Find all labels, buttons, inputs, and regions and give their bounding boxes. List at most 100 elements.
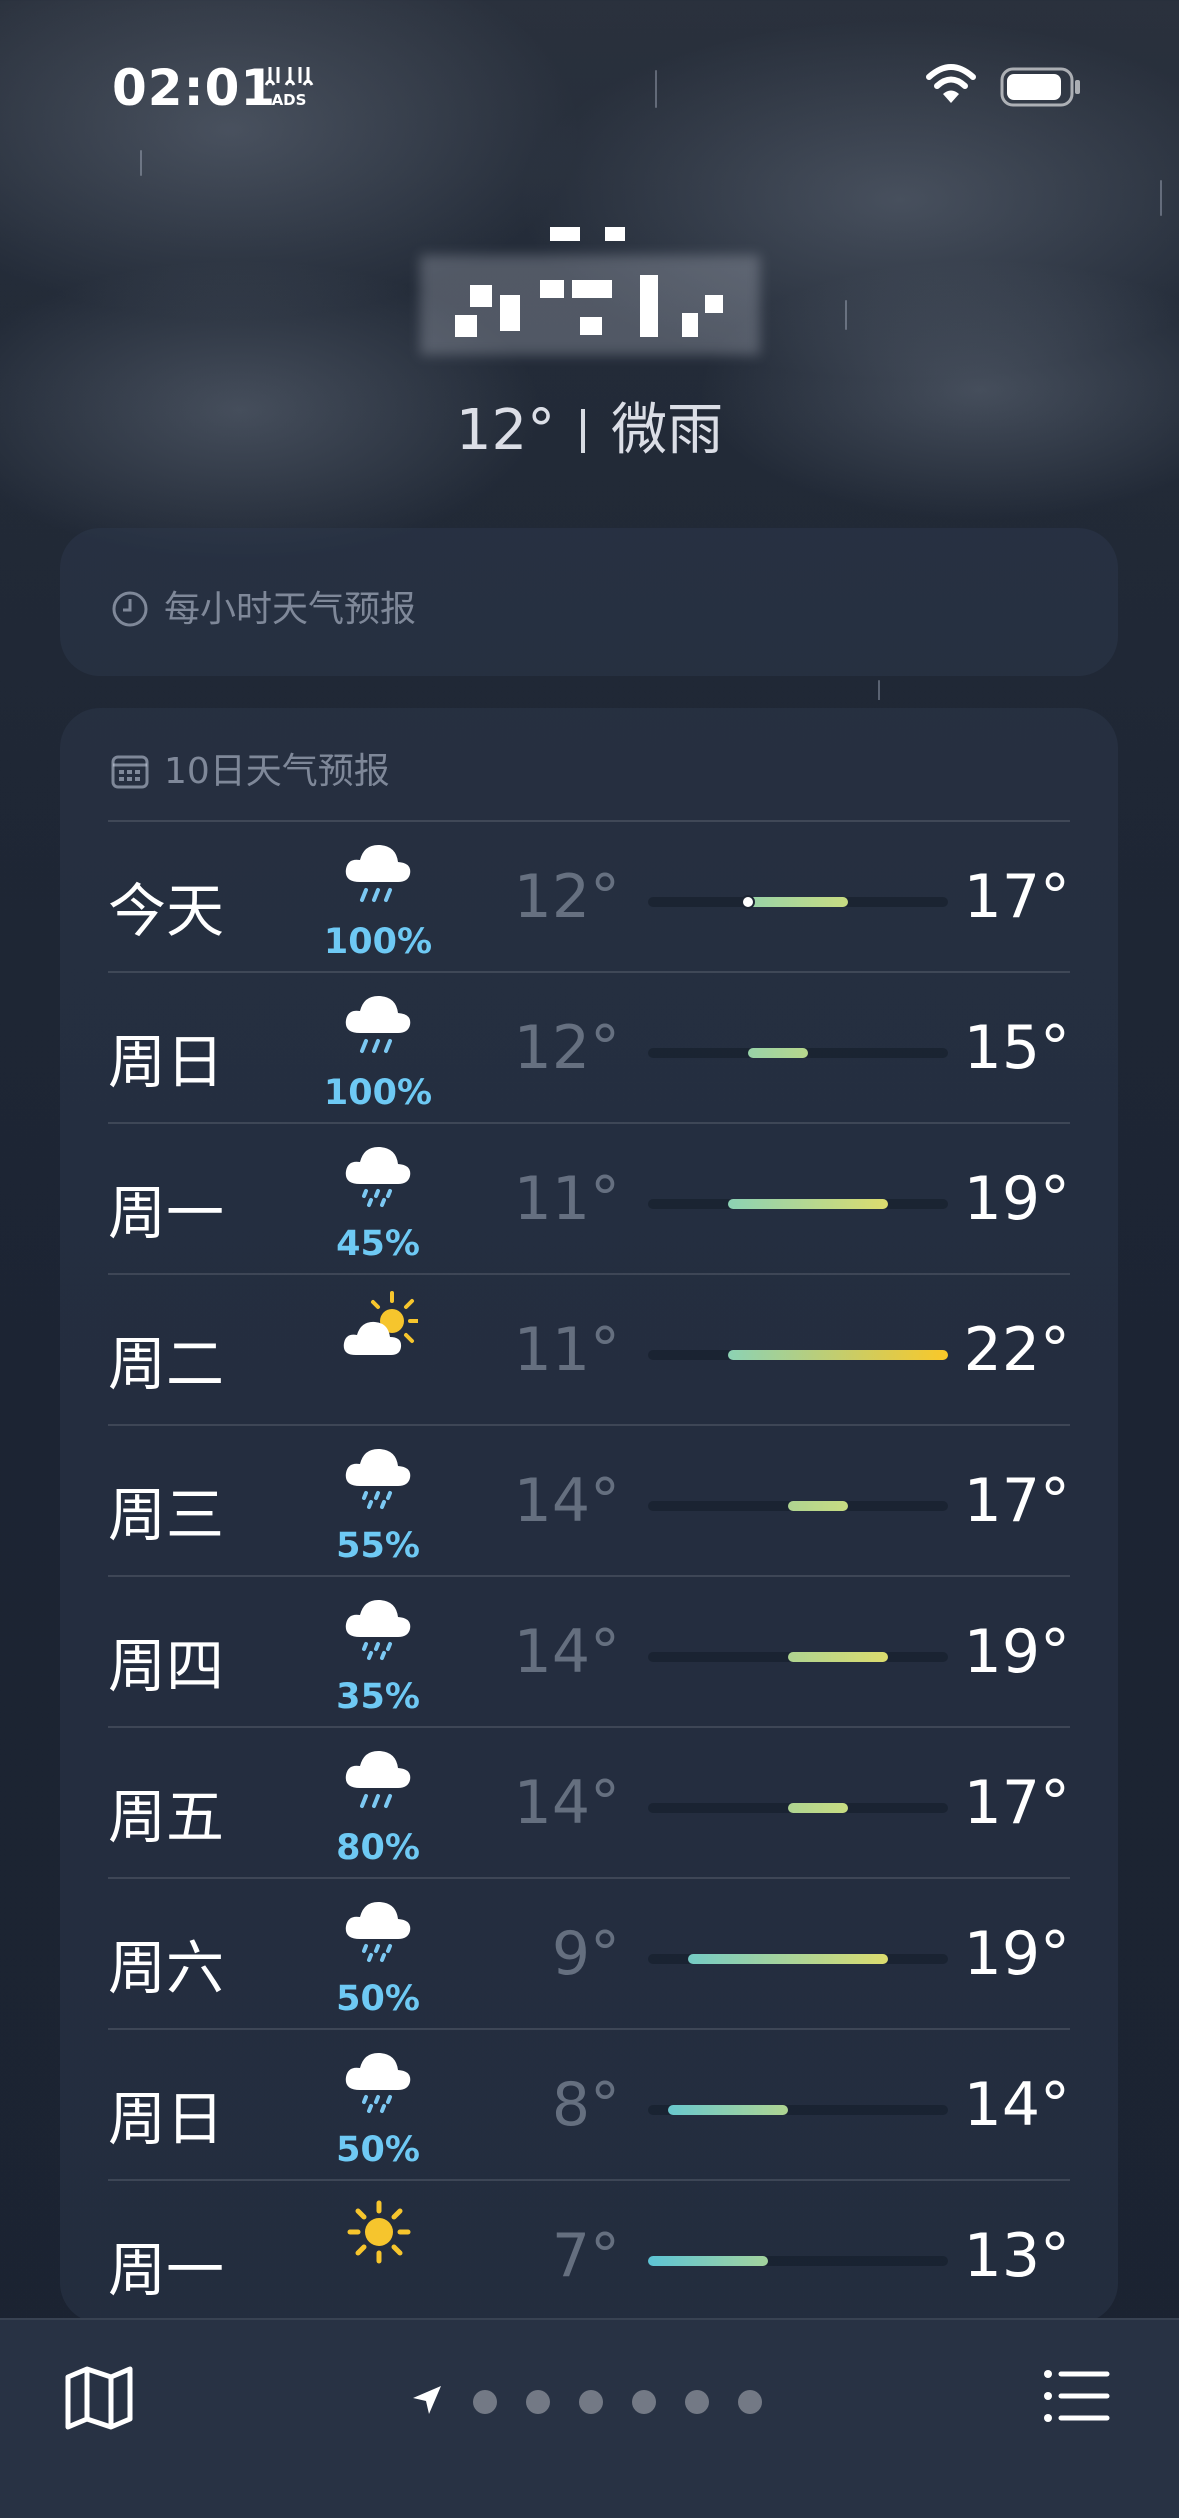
forecast-row[interactable]: 周四 35% 14° 19°: [108, 1575, 1070, 1728]
forecast-day: 周二: [108, 1330, 225, 1398]
precip-chance: 100%: [323, 922, 433, 962]
forecast-row[interactable]: 周一 45% 11° 19°: [108, 1122, 1070, 1275]
page-dot[interactable]: [526, 2390, 550, 2414]
temp-range-bar: [648, 1652, 948, 1662]
temp-range-bar: [648, 1048, 948, 1058]
precip-chance: 50%: [336, 1979, 420, 2019]
high-temp: 17°: [963, 1768, 1070, 1838]
status-time: 02:01: [112, 59, 277, 117]
forecast-day: 周四: [108, 1632, 225, 1700]
ten-day-forecast-card[interactable]: 10日天气预报 今天 100% 12° 17° 周日 100% 12° 15° 周一 45% 11°…: [60, 708, 1118, 2323]
high-temp: 15°: [963, 1013, 1070, 1083]
forecast-day: 周一: [108, 2236, 225, 2304]
high-temp: 13°: [963, 2221, 1070, 2291]
temp-range-bar: [648, 895, 948, 909]
hourly-forecast-header: 每小时天气预报: [110, 580, 416, 638]
page-dot[interactable]: [685, 2390, 709, 2414]
city-name-redacted: [420, 215, 760, 365]
low-temp: 7°: [551, 2221, 620, 2291]
low-temp: 12°: [513, 862, 620, 932]
low-temp: 14°: [513, 1617, 620, 1687]
precip-chance: 45%: [336, 1224, 420, 1264]
precip-chance: 55%: [336, 1526, 420, 1566]
high-temp: 14°: [963, 2070, 1070, 2140]
high-temp: 19°: [963, 1164, 1070, 1234]
clock-icon: [110, 589, 150, 638]
temp-range-fill: [648, 2256, 768, 2266]
precip-chance: 80%: [336, 1828, 420, 1868]
current-condition: 微雨: [611, 398, 724, 463]
partly-sunny-icon: [318, 1289, 438, 1419]
forecast-row[interactable]: 周一 7° 13°: [108, 2179, 1070, 2332]
calendar-icon: [110, 751, 150, 800]
hourly-forecast-card[interactable]: 每小时天气预报: [60, 528, 1118, 676]
temp-range-fill: [668, 2105, 788, 2115]
hourly-forecast-title: 每小时天气预报: [164, 589, 417, 630]
forecast-row[interactable]: 周五 80% 14° 17°: [108, 1726, 1070, 1879]
ten-day-forecast-title: 10日天气预报: [164, 751, 390, 792]
temp-range-bar: [648, 1954, 948, 1964]
temp-range-fill: [788, 1501, 848, 1511]
high-temp: 17°: [963, 862, 1070, 932]
temp-range-fill: [728, 1350, 948, 1360]
forecast-day: 周日: [108, 2085, 225, 2153]
status-bar: 02:01 ADS: [0, 55, 1179, 117]
wifi-icon: [925, 63, 977, 105]
precip-chance: 100%: [323, 1073, 433, 1113]
location-arrow-icon[interactable]: [410, 2383, 444, 2421]
low-temp: 11°: [513, 1164, 620, 1234]
current-temperature: 12°: [455, 398, 556, 463]
forecast-row[interactable]: 周六 50% 9° 19°: [108, 1877, 1070, 2030]
page-dot[interactable]: [738, 2390, 762, 2414]
sun-icon: [318, 2195, 438, 2325]
forecast-day: 周三: [108, 1481, 225, 1549]
temp-range-bar: [648, 1199, 948, 1209]
temp-range-bar: [648, 1350, 948, 1360]
temp-range-fill: [728, 1199, 888, 1209]
light-rain-cloud-icon: 35%: [318, 1591, 438, 1721]
forecast-row[interactable]: 周日 100% 12° 15°: [108, 971, 1070, 1124]
precip-chance: 35%: [336, 1677, 420, 1717]
current-conditions: 12° 微雨: [0, 385, 1179, 466]
page-dot[interactable]: [632, 2390, 656, 2414]
low-temp: 14°: [513, 1466, 620, 1536]
high-temp: 17°: [963, 1466, 1070, 1536]
rain-cloud-icon: 100%: [318, 836, 438, 966]
separator: [581, 409, 586, 453]
temp-range-bar: [648, 2105, 948, 2115]
precip-chance: 50%: [336, 2130, 420, 2170]
forecast-day: 今天: [108, 877, 225, 945]
list-icon[interactable]: [1043, 2368, 1111, 2428]
ten-day-forecast-header: 10日天气预报: [110, 742, 390, 800]
low-temp: 11°: [513, 1315, 620, 1385]
rain-cloud-icon: 80%: [318, 1742, 438, 1872]
rain-cloud-icon: 100%: [318, 987, 438, 1117]
page-dot[interactable]: [579, 2390, 603, 2414]
temp-range-fill: [748, 1048, 808, 1058]
forecast-day: 周日: [108, 1028, 225, 1096]
forecast-row[interactable]: 周二 11° 22°: [108, 1273, 1070, 1426]
forecast-day: 周五: [108, 1783, 225, 1851]
ads-icon: ADS: [262, 65, 316, 109]
high-temp: 22°: [963, 1315, 1070, 1385]
forecast-row[interactable]: 周三 55% 14° 17°: [108, 1424, 1070, 1577]
high-temp: 19°: [963, 1919, 1070, 1989]
low-temp: 14°: [513, 1768, 620, 1838]
temp-range-fill: [748, 897, 848, 907]
forecast-row[interactable]: 周日 50% 8° 14°: [108, 2028, 1070, 2181]
light-rain-cloud-icon: 45%: [318, 1138, 438, 1268]
low-temp: 12°: [513, 1013, 620, 1083]
forecast-row[interactable]: 今天 100% 12° 17°: [108, 820, 1070, 973]
temp-range-fill: [688, 1954, 888, 1964]
bottom-toolbar: [0, 2318, 1179, 2518]
temp-range-bar: [648, 2256, 948, 2266]
battery-icon: [1000, 67, 1082, 107]
light-rain-cloud-icon: 55%: [318, 1440, 438, 1570]
page-indicator[interactable]: [410, 2382, 762, 2422]
low-temp: 9°: [551, 1919, 620, 1989]
page-dot[interactable]: [473, 2390, 497, 2414]
light-rain-cloud-icon: 50%: [318, 1893, 438, 2023]
temp-range-bar: [648, 1501, 948, 1511]
map-icon[interactable]: [64, 2365, 134, 2435]
temp-range-bar: [648, 1803, 948, 1813]
